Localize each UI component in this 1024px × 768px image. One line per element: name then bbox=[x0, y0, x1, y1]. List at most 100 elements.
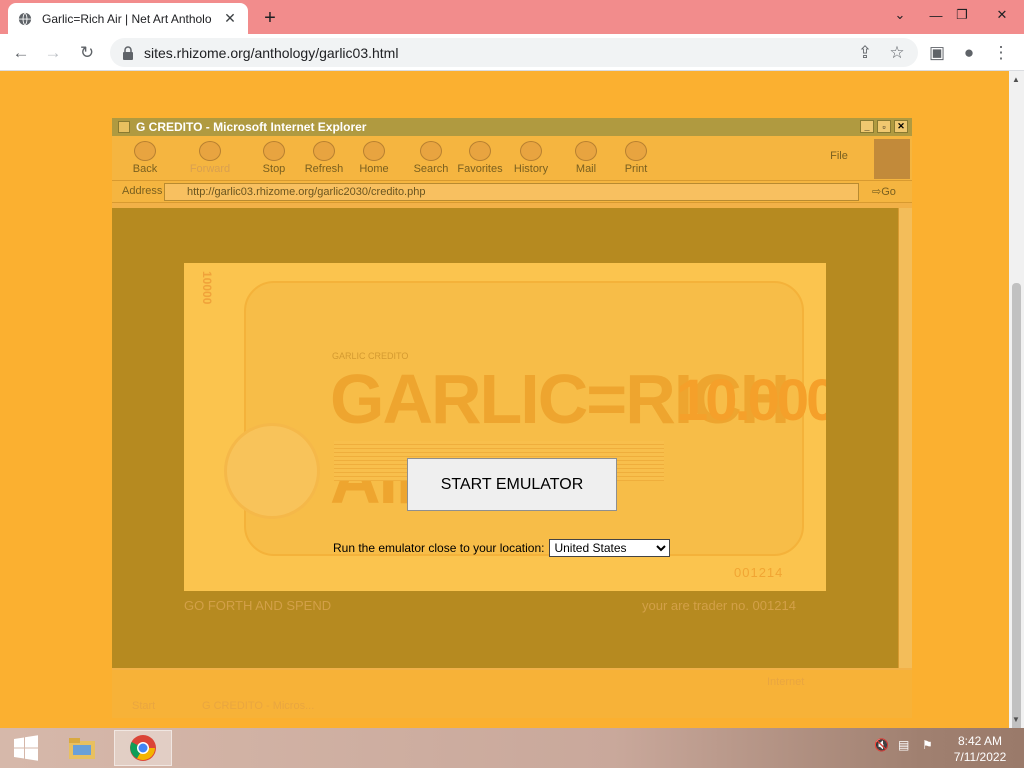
chrome-taskbar-button[interactable] bbox=[114, 730, 172, 766]
location-label: Run the emulator close to your location: bbox=[333, 541, 545, 555]
ie-address-field[interactable]: http://garlic03.rhizome.org/garlic2030/c… bbox=[164, 183, 859, 201]
ie-forward-icon bbox=[199, 141, 221, 161]
location-select[interactable]: United States bbox=[549, 539, 671, 557]
ie-history-icon bbox=[520, 141, 542, 161]
ie-search-label: Search bbox=[413, 163, 449, 175]
tab-title: Garlic=Rich Air | Net Art Antholo bbox=[42, 11, 212, 26]
windows-taskbar: 🔇 ▤ ⚑ 8:42 AM 7/11/2022 bbox=[0, 728, 1024, 768]
ie-content-area: 10000 GARLIC CREDITO GARLIC=RICH AIR 10.… bbox=[112, 208, 898, 668]
page-scrollbar[interactable]: ▲ ▼ bbox=[1009, 71, 1024, 733]
ie-go-label: Go bbox=[881, 186, 896, 198]
ie-mail-button[interactable]: Mail bbox=[563, 141, 609, 175]
scroll-down-icon[interactable]: ▼ bbox=[1012, 715, 1020, 724]
browser-toolbar: ← → ↻ sites.rhizome.org/anthology/garlic… bbox=[0, 34, 1024, 71]
ie-close-icon[interactable]: ✕ bbox=[894, 120, 908, 133]
lock-icon bbox=[123, 45, 133, 60]
ie-file-menu[interactable]: File bbox=[816, 150, 862, 162]
ie-favorites-icon bbox=[469, 141, 491, 161]
scrollbar-thumb[interactable] bbox=[1012, 283, 1021, 733]
ie-refresh-button[interactable]: Refresh bbox=[301, 141, 347, 175]
footer-slogan: GO FORTH AND SPEND bbox=[184, 598, 332, 613]
side-panel-icon[interactable]: ▣ bbox=[924, 40, 950, 66]
ie-taskbar-item: G CREDITO - Micros... bbox=[202, 700, 315, 712]
ie-start-button: Start bbox=[132, 700, 156, 712]
ie-search-button[interactable]: Search bbox=[408, 141, 454, 175]
ie-scrollbar[interactable] bbox=[898, 208, 912, 668]
start-button[interactable] bbox=[0, 730, 52, 766]
share-icon[interactable]: ⇪ bbox=[852, 40, 878, 66]
bookmark-star-icon[interactable]: ☆ bbox=[884, 40, 910, 66]
file-explorer-taskbar-button[interactable] bbox=[56, 730, 108, 766]
ie-address-url: http://garlic03.rhizome.org/garlic2030/c… bbox=[187, 186, 426, 198]
banknote-amount: 10.000. bbox=[676, 368, 826, 433]
ie-window: G CREDITO - Microsoft Internet Explorer … bbox=[112, 118, 912, 718]
ie-print-icon bbox=[625, 141, 647, 161]
clock-date: 7/11/2022 bbox=[953, 750, 1007, 764]
ie-home-button[interactable]: Home bbox=[351, 141, 397, 175]
close-window-button[interactable]: ✕ bbox=[984, 0, 1020, 30]
ie-address-row: Address http://garlic03.rhizome.org/garl… bbox=[112, 181, 912, 203]
browser-tab[interactable]: Garlic=Rich Air | Net Art Antholo ✕ bbox=[8, 3, 248, 34]
windows-start-icon bbox=[14, 735, 38, 761]
scroll-up-icon[interactable]: ▲ bbox=[1012, 75, 1020, 84]
system-clock[interactable]: 8:42 AM 7/11/2022 bbox=[940, 733, 1020, 765]
clock-time: 8:42 AM bbox=[957, 734, 1003, 748]
banknote-seal-icon bbox=[224, 423, 320, 519]
trader-number: your are trader no. 001214 bbox=[642, 598, 796, 613]
ie-refresh-icon bbox=[313, 141, 335, 161]
restore-button[interactable]: ❐ bbox=[944, 0, 980, 30]
ie-stop-button[interactable]: Stop bbox=[251, 141, 297, 175]
ie-mail-icon bbox=[575, 141, 597, 161]
ie-forward-label: Forward bbox=[189, 163, 231, 175]
ie-search-icon bbox=[420, 141, 442, 161]
back-arrow-icon[interactable]: ← bbox=[8, 40, 34, 66]
reload-icon[interactable]: ↻ bbox=[74, 40, 100, 66]
ie-back-label: Back bbox=[132, 163, 158, 175]
ie-page-icon bbox=[118, 121, 130, 133]
ie-file-label: File bbox=[830, 150, 848, 162]
chrome-icon bbox=[130, 735, 156, 761]
ie-favorites-label: Favorites bbox=[457, 163, 503, 175]
ie-go-button[interactable]: ⇨Go bbox=[872, 185, 896, 198]
location-row: Run the emulator close to your location:… bbox=[333, 539, 671, 557]
ie-stop-label: Stop bbox=[262, 163, 286, 175]
tab-strip: Garlic=Rich Air | Net Art Antholo ✕ + ⌄ … bbox=[0, 0, 1024, 34]
ie-history-label: History bbox=[513, 163, 549, 175]
ie-maximize-icon[interactable]: ▫ bbox=[877, 120, 891, 133]
tab-search-chevron-icon[interactable]: ⌄ bbox=[882, 0, 918, 30]
ie-forward-button[interactable]: Forward bbox=[187, 141, 233, 175]
ie-print-button[interactable]: Print bbox=[613, 141, 659, 175]
volume-muted-icon[interactable]: 🔇 bbox=[874, 738, 889, 752]
ie-back-icon bbox=[134, 141, 156, 161]
start-emulator-button[interactable]: START EMULATOR bbox=[407, 458, 617, 511]
serial-number: 001214 bbox=[734, 565, 784, 580]
ie-refresh-label: Refresh bbox=[304, 163, 344, 175]
ie-title-bar: G CREDITO - Microsoft Internet Explorer … bbox=[112, 118, 912, 136]
ie-home-icon bbox=[363, 141, 385, 161]
address-bar[interactable]: sites.rhizome.org/anthology/garlic03.htm… bbox=[110, 38, 918, 67]
ie-stop-icon bbox=[263, 141, 285, 161]
action-center-flag-icon[interactable]: ⚑ bbox=[922, 738, 933, 752]
close-tab-icon[interactable]: ✕ bbox=[222, 10, 238, 27]
ie-toolbar: Back Forward Stop Refresh Home Search Fa… bbox=[112, 136, 912, 181]
globe-icon bbox=[18, 12, 32, 25]
profile-avatar-icon[interactable]: ● bbox=[956, 40, 982, 66]
ie-status-zone: Internet bbox=[767, 676, 805, 688]
network-icon[interactable]: ▤ bbox=[898, 738, 909, 752]
denomination-vertical: 10000 bbox=[200, 271, 214, 305]
menu-kebab-icon[interactable]: ⋮ bbox=[988, 40, 1014, 66]
url-text: sites.rhizome.org/anthology/garlic03.htm… bbox=[144, 44, 399, 61]
ie-address-label: Address bbox=[122, 185, 163, 197]
windows-logo-icon bbox=[874, 139, 910, 179]
ie-print-label: Print bbox=[624, 163, 648, 175]
ie-favorites-button[interactable]: Favorites bbox=[456, 141, 504, 175]
ie-window-title: G CREDITO - Microsoft Internet Explorer bbox=[136, 120, 367, 134]
forward-arrow-icon[interactable]: → bbox=[40, 40, 66, 66]
new-tab-button[interactable]: + bbox=[258, 6, 282, 30]
ie-minimize-icon[interactable]: _ bbox=[860, 120, 874, 133]
ie-home-label: Home bbox=[359, 163, 389, 175]
ie-status-area: Internet Start G CREDITO - Micros... bbox=[112, 670, 912, 718]
ie-history-button[interactable]: History bbox=[508, 141, 554, 175]
ie-back-button[interactable]: Back bbox=[122, 141, 168, 175]
folder-icon bbox=[69, 738, 95, 759]
